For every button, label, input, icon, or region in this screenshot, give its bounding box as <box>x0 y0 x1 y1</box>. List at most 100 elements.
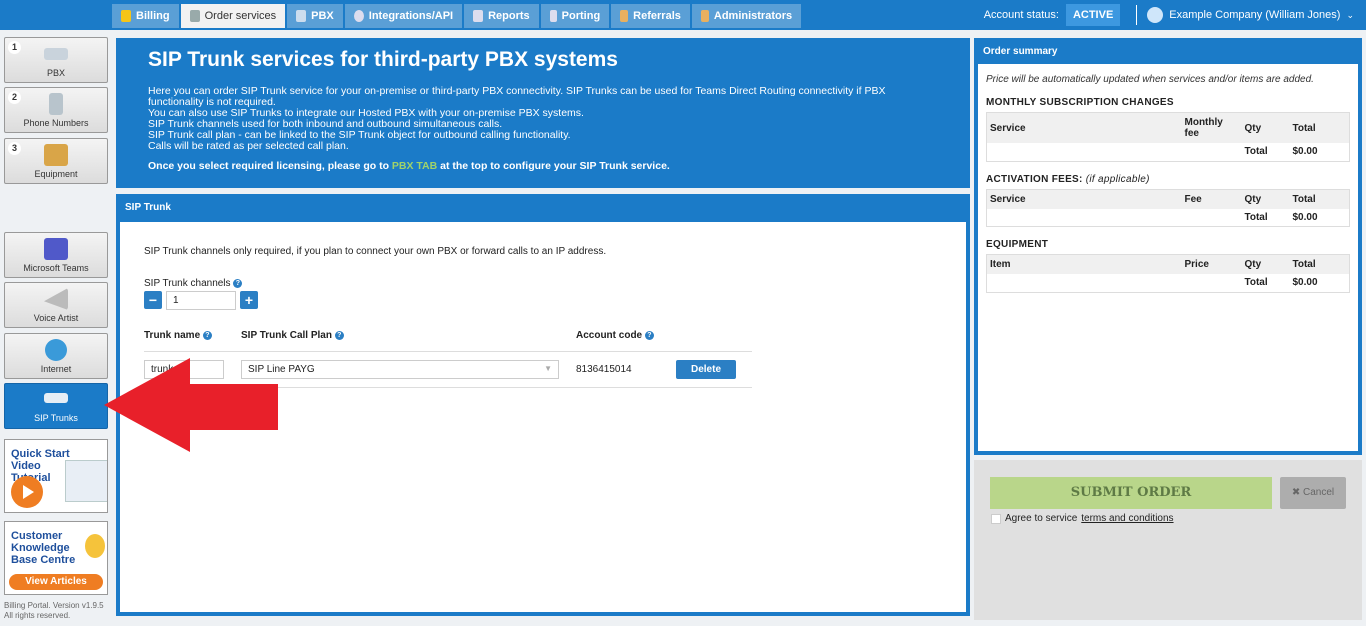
channels-stepper: − 1 + <box>144 291 942 310</box>
version-text: Billing Portal. Version v1.9.5 <box>4 601 104 610</box>
help-icon[interactable]: ? <box>202 330 212 340</box>
view-articles-button[interactable]: View Articles <box>9 574 103 590</box>
top-bar: Billing Order services PBX Integrations/… <box>0 0 1366 30</box>
tab-label: Billing <box>136 10 170 22</box>
banner-title: Customer Knowledge Base Centre <box>11 530 76 566</box>
cancel-button[interactable]: ✖ Cancel <box>1280 477 1346 509</box>
pbx-icon <box>44 48 68 60</box>
sidebar-item-voice-artist[interactable]: Voice Artist <box>4 282 108 328</box>
sidebar-label: Phone Numbers <box>23 118 89 128</box>
activation-table: Service Fee Qty Total Total $0.00 <box>986 188 1350 227</box>
column-header: Qty <box>1241 112 1290 143</box>
rights-text: All rights reserved. <box>4 611 71 620</box>
red-arrow-annotation <box>104 358 278 452</box>
terms-link[interactable]: terms and conditions <box>1081 513 1173 524</box>
tab-reports[interactable]: Reports <box>464 4 539 28</box>
box-icon <box>44 144 68 166</box>
dropdown-arrow-icon: ▼ <box>544 364 552 373</box>
column-header: Monthly fee <box>1181 112 1242 143</box>
knowledge-base-banner[interactable]: Customer Knowledge Base Centre View Arti… <box>4 521 108 595</box>
sidebar-label: Voice Artist <box>33 313 79 323</box>
column-header: Total <box>1289 112 1350 143</box>
tab-label: Administrators <box>713 10 793 22</box>
lightbulb-icon <box>85 534 105 558</box>
channels-input[interactable]: 1 <box>166 291 236 310</box>
cart-icon <box>189 10 200 22</box>
section-title: ACTIVATION FEES: <box>986 173 1083 185</box>
order-summary-panel: Order summary Price will be automaticall… <box>974 38 1362 455</box>
total-value: $0.00 <box>1292 211 1318 223</box>
user-avatar-icon <box>1147 7 1164 23</box>
tab-label: Order services <box>204 10 277 22</box>
tab-porting[interactable]: Porting <box>540 4 610 28</box>
step-number: 1 <box>8 41 21 54</box>
tab-referrals[interactable]: Referrals <box>611 4 690 28</box>
quick-start-video-banner[interactable]: Quick Start Video Tutorial <box>4 439 108 513</box>
sidebar-item-sip-trunks[interactable]: SIP Trunks <box>4 383 108 429</box>
cancel-icon: ✖ <box>1291 487 1301 498</box>
account-status-badge: ACTIVE <box>1065 4 1121 26</box>
gear-icon <box>353 10 364 22</box>
help-icon[interactable]: ? <box>233 278 243 288</box>
call-plan-select[interactable]: SIP Line PAYG ▼ <box>241 360 559 379</box>
sidebar-label: PBX <box>46 68 65 78</box>
chevron-down-icon[interactable]: ⌄ <box>1346 10 1354 21</box>
summary-body: Price will be automatically updated when… <box>978 64 1358 451</box>
user-menu[interactable]: Example Company (William Jones) <box>1169 9 1340 21</box>
tab-integrations[interactable]: Integrations/API <box>344 4 463 28</box>
column-header: Total <box>1289 254 1350 274</box>
teams-icon <box>44 238 68 260</box>
tab-label: Reports <box>488 10 530 22</box>
sidebar-item-equipment[interactable]: 3 Equipment <box>4 138 108 184</box>
phone-icon <box>49 93 63 115</box>
decrement-button[interactable]: − <box>144 291 162 309</box>
channels-label: SIP Trunk channels <box>144 278 231 289</box>
total-label: Total <box>1244 277 1268 289</box>
column-header: Service <box>986 189 1182 209</box>
total-value: $0.00 <box>1292 277 1318 289</box>
instruction-text: Once you select required licensing, plea… <box>148 160 392 172</box>
sidebar-item-pbx[interactable]: 1 PBX <box>4 37 108 83</box>
pbx-tab-link[interactable]: PBX TAB <box>392 160 437 172</box>
intro-instruction: Once you select required licensing, plea… <box>148 161 938 172</box>
sidebar-item-internet[interactable]: Internet <box>4 333 108 379</box>
tab-order-services[interactable]: Order services <box>180 4 286 28</box>
tab-administrators[interactable]: Administrators <box>691 4 802 28</box>
sidebar-label: Microsoft Teams <box>23 263 89 273</box>
tab-billing[interactable]: Billing <box>112 4 179 28</box>
increment-button[interactable]: + <box>240 291 258 309</box>
sidebar-item-microsoft-teams[interactable]: Microsoft Teams <box>4 232 108 278</box>
phone-icon <box>549 10 557 22</box>
agree-label: Agree to service <box>1005 513 1078 524</box>
help-icon[interactable]: ? <box>644 330 654 340</box>
help-icon[interactable]: ? <box>334 330 344 340</box>
tab-pbx[interactable]: PBX <box>287 4 343 28</box>
account-area: Account status: ACTIVE Example Company (… <box>984 0 1366 30</box>
page-title: SIP Trunk services for third-party PBX s… <box>148 48 618 71</box>
summary-note: Price will be automatically updated when… <box>986 74 1314 85</box>
delete-button[interactable]: Delete <box>676 360 737 379</box>
panel-header: Order summary <box>983 46 1058 57</box>
main-tabs: Billing Order services PBX Integrations/… <box>112 4 802 28</box>
sidebar-label: Internet <box>40 364 72 374</box>
pbx-icon <box>296 10 307 22</box>
cancel-label: Cancel <box>1303 487 1335 498</box>
agree-checkbox[interactable] <box>991 513 1001 524</box>
panel-header: SIP Trunk <box>125 202 171 213</box>
agree-terms: Agree to service terms and conditions <box>991 513 1174 524</box>
divider <box>1136 5 1138 25</box>
globe-icon <box>45 339 67 361</box>
footer: Billing Portal. Version v1.9.5 All rights… <box>4 601 104 621</box>
sip-trunk-icon <box>44 393 68 403</box>
tab-label: Integrations/API <box>368 10 454 22</box>
sidebar-item-phone-numbers[interactable]: 2 Phone Numbers <box>4 87 108 133</box>
tab-label: Porting <box>561 10 601 22</box>
billing-icon <box>121 10 131 22</box>
column-header: Item <box>986 254 1182 274</box>
column-header: SIP Trunk Call Plan <box>241 330 332 341</box>
column-header: Fee <box>1181 189 1242 209</box>
tab-label: Referrals <box>633 10 681 22</box>
column-header: Total <box>1289 189 1350 209</box>
submit-order-button[interactable]: SUBMIT ORDER <box>990 477 1272 509</box>
section-title: EQUIPMENT <box>986 239 1049 250</box>
